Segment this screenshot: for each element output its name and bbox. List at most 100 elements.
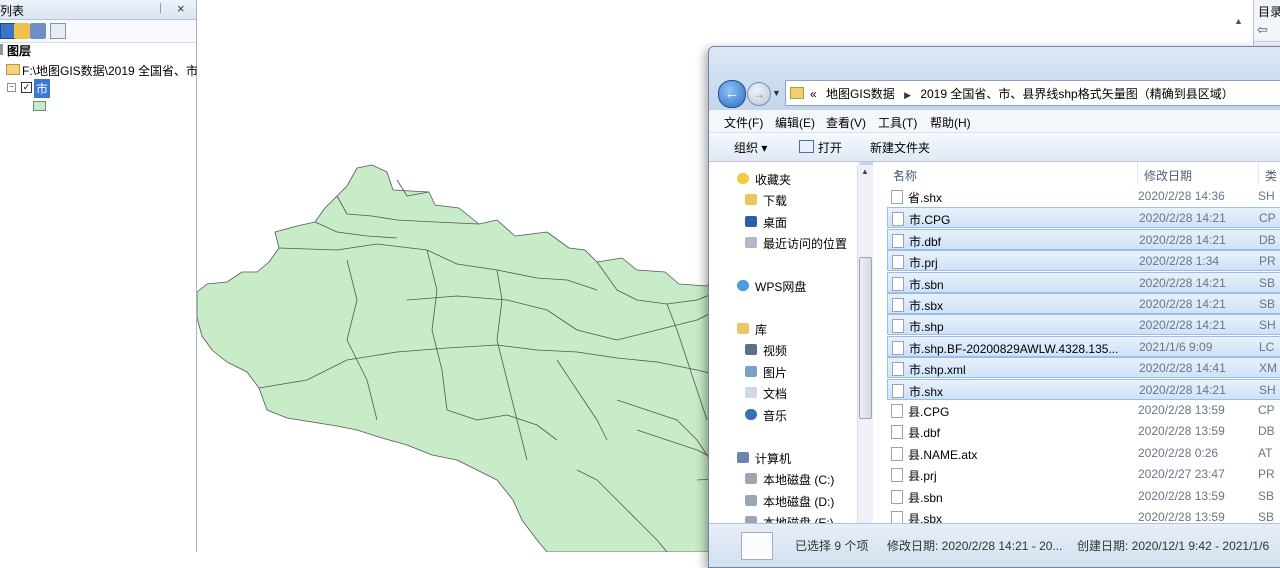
- file-row[interactable]: 县.sbn 2020/2/28 13:59 SB: [887, 486, 1280, 507]
- file-type: CP: [1258, 403, 1275, 417]
- file-row[interactable]: 市.dbf 2020/2/28 14:21 DB: [887, 228, 1280, 250]
- sort-ascending-icon: ▲: [893, 167, 901, 176]
- file-row[interactable]: 市.sbx 2020/2/28 14:21 SB: [887, 293, 1280, 314]
- table-of-contents-panel: 列表 ᛁ × 图层 F:\地图GIS数据\2019 全国省、市 − ✓ 市: [0, 0, 198, 552]
- file-name: 省.shx: [908, 191, 943, 205]
- menu-view[interactable]: 查看(V): [826, 114, 866, 131]
- file-explorer-window[interactable]: ← → ▼ « 地图GIS数据 ▶ 2019 全国省、市、县界线shp格式矢量图…: [708, 46, 1280, 568]
- file-row[interactable]: 市.prj 2020/2/28 1:34 PR: [887, 250, 1280, 272]
- open-button[interactable]: 打开: [818, 139, 842, 156]
- nav-documents[interactable]: 文档: [763, 385, 787, 402]
- menu-edit[interactable]: 编辑(E): [775, 114, 815, 131]
- menu-bar: 文件(F) 编辑(E) 查看(V) 工具(T) 帮助(H): [709, 110, 1280, 133]
- list-by-source-icon[interactable]: [14, 23, 30, 39]
- cloud-icon: [737, 280, 749, 291]
- file-row[interactable]: 市.sbn 2020/2/28 14:21 SB: [887, 271, 1280, 293]
- file-modified-date: 2020/2/28 14:36: [1138, 189, 1225, 203]
- layer-symbol-swatch[interactable]: [33, 101, 46, 111]
- scroll-thumb[interactable]: [859, 257, 872, 419]
- file-row[interactable]: 市.shx 2020/2/28 14:21 SH: [887, 378, 1280, 400]
- file-modified-date: 2020/2/28 14:21: [1139, 211, 1226, 226]
- open-icon: [799, 140, 814, 153]
- scroll-up-arrow-icon[interactable]: ▲: [861, 167, 869, 176]
- column-header-name[interactable]: 名称 ▲: [887, 162, 1138, 184]
- navigation-scrollbar[interactable]: ▲ ▼: [857, 165, 873, 567]
- nav-library[interactable]: 库: [755, 321, 767, 338]
- file-type: SB: [1258, 510, 1275, 524]
- address-overflow-chevron[interactable]: «: [810, 87, 817, 101]
- organize-button[interactable]: 组织 ▾: [734, 139, 767, 156]
- recent-pages-dropdown-icon[interactable]: ▼: [772, 88, 781, 98]
- star-icon: [737, 173, 749, 184]
- nav-disk-d[interactable]: 本地磁盘 (D:): [763, 493, 834, 510]
- forward-button[interactable]: →: [747, 82, 771, 106]
- file-row[interactable]: 市.shp.xml 2020/2/28 14:41 XM: [887, 357, 1280, 379]
- nav-pictures[interactable]: 图片: [763, 364, 787, 381]
- file-modified-date: 2020/2/28 14:21: [1139, 382, 1226, 397]
- layers-icon: [0, 44, 3, 55]
- list-by-visibility-icon[interactable]: [30, 23, 46, 39]
- downloads-icon: [745, 194, 757, 205]
- nav-favorites[interactable]: 收藏夹: [755, 171, 791, 188]
- nav-disk-c[interactable]: 本地磁盘 (C:): [763, 471, 834, 488]
- hard-disk-icon: [745, 495, 757, 506]
- catalog-title[interactable]: 目录: [1258, 3, 1280, 20]
- menu-tools[interactable]: 工具(T): [878, 114, 917, 131]
- file-icon: [891, 425, 903, 440]
- menu-file[interactable]: 文件(F): [724, 114, 763, 131]
- file-name: 市.sbn: [909, 277, 944, 292]
- file-row[interactable]: 县.NAME.atx 2020/2/28 0:26 AT: [887, 443, 1280, 464]
- computer-icon: [737, 452, 749, 463]
- file-name: 市.shp.xml: [909, 363, 966, 378]
- file-modified-date: 2020/2/28 14:41: [1139, 361, 1226, 376]
- layer-visibility-checkbox[interactable]: ✓: [21, 82, 32, 93]
- column-header-type[interactable]: 类: [1259, 162, 1280, 184]
- file-list[interactable]: 名称 ▲ 修改日期 类 省.shx 2020/2/28 14:36 SH 市.CPG 2…: [873, 162, 1280, 542]
- file-name: 县.CPG: [908, 405, 950, 419]
- file-modified-date: 2020/2/28 13:59: [1138, 403, 1225, 417]
- file-row[interactable]: 县.dbf 2020/2/28 13:59 DB: [887, 421, 1280, 442]
- back-arrow-icon[interactable]: ⇦: [1257, 22, 1268, 38]
- file-row[interactable]: 市.CPG 2020/2/28 14:21 CP: [887, 207, 1280, 229]
- file-icon: [892, 319, 904, 334]
- file-name: 市.shp.BF-20200829AWLW.4328.135...: [909, 341, 1119, 356]
- nav-music[interactable]: 音乐: [763, 407, 787, 424]
- file-name: 市.shp: [909, 320, 944, 335]
- file-icon: [892, 298, 904, 312]
- nav-desktop[interactable]: 桌面: [763, 214, 787, 231]
- menu-help[interactable]: 帮助(H): [930, 114, 971, 131]
- breadcrumb-item[interactable]: 2019 全国省、市、县界线shp格式矢量图（精确到县区域）: [920, 87, 1233, 101]
- nav-downloads[interactable]: 下载: [763, 192, 787, 209]
- hard-disk-icon: [745, 473, 757, 484]
- file-row[interactable]: 县.CPG 2020/2/28 13:59 CP: [887, 400, 1280, 421]
- pin-icon[interactable]: ᛁ: [157, 3, 164, 15]
- breadcrumb-item[interactable]: 地图GIS数据: [826, 87, 895, 101]
- file-row[interactable]: 县.prj 2020/2/27 23:47 PR: [887, 464, 1280, 485]
- nav-wps[interactable]: WPS网盘: [755, 278, 806, 295]
- data-frame-path[interactable]: F:\地图GIS数据\2019 全国省、市: [22, 62, 198, 79]
- options-icon[interactable]: [50, 23, 66, 39]
- new-folder-button[interactable]: 新建文件夹: [870, 139, 930, 156]
- column-header-modified[interactable]: 修改日期: [1138, 162, 1259, 184]
- layer-name-label[interactable]: 市: [34, 79, 51, 98]
- address-path[interactable]: « 地图GIS数据 ▶ 2019 全国省、市、县界线shp格式矢量图（精确到县区…: [810, 85, 1234, 102]
- file-row[interactable]: 市.shp 2020/2/28 14:21 SH: [887, 314, 1280, 336]
- file-row[interactable]: 省.shx 2020/2/28 14:36 SH: [887, 186, 1280, 207]
- file-row[interactable]: 市.shp.BF-20200829AWLW.4328.135... 2021/1/…: [887, 335, 1280, 357]
- folder-icon: [6, 64, 20, 75]
- back-button[interactable]: ←: [718, 80, 746, 108]
- catalog-divider: [1254, 41, 1280, 42]
- collapse-icon[interactable]: −: [7, 83, 16, 92]
- layers-root-label[interactable]: 图层: [7, 42, 31, 59]
- file-icon: [892, 212, 904, 227]
- breadcrumb-arrow-icon[interactable]: ▶: [904, 90, 911, 100]
- nav-videos[interactable]: 视频: [763, 342, 787, 359]
- nav-recent[interactable]: 最近访问的位置: [763, 235, 847, 252]
- nav-computer[interactable]: 计算机: [755, 450, 791, 467]
- close-icon[interactable]: ×: [177, 1, 185, 16]
- file-name: 市.dbf: [909, 234, 942, 249]
- status-modified-range: 修改日期: 2020/2/28 14:21 - 20...: [887, 539, 1063, 553]
- scroll-up-arrow-icon[interactable]: ▲: [1234, 16, 1243, 26]
- address-bar[interactable]: « 地图GIS数据 ▶ 2019 全国省、市、县界线shp格式矢量图（精确到县区…: [785, 80, 1280, 106]
- file-name: 市.shx: [909, 384, 944, 399]
